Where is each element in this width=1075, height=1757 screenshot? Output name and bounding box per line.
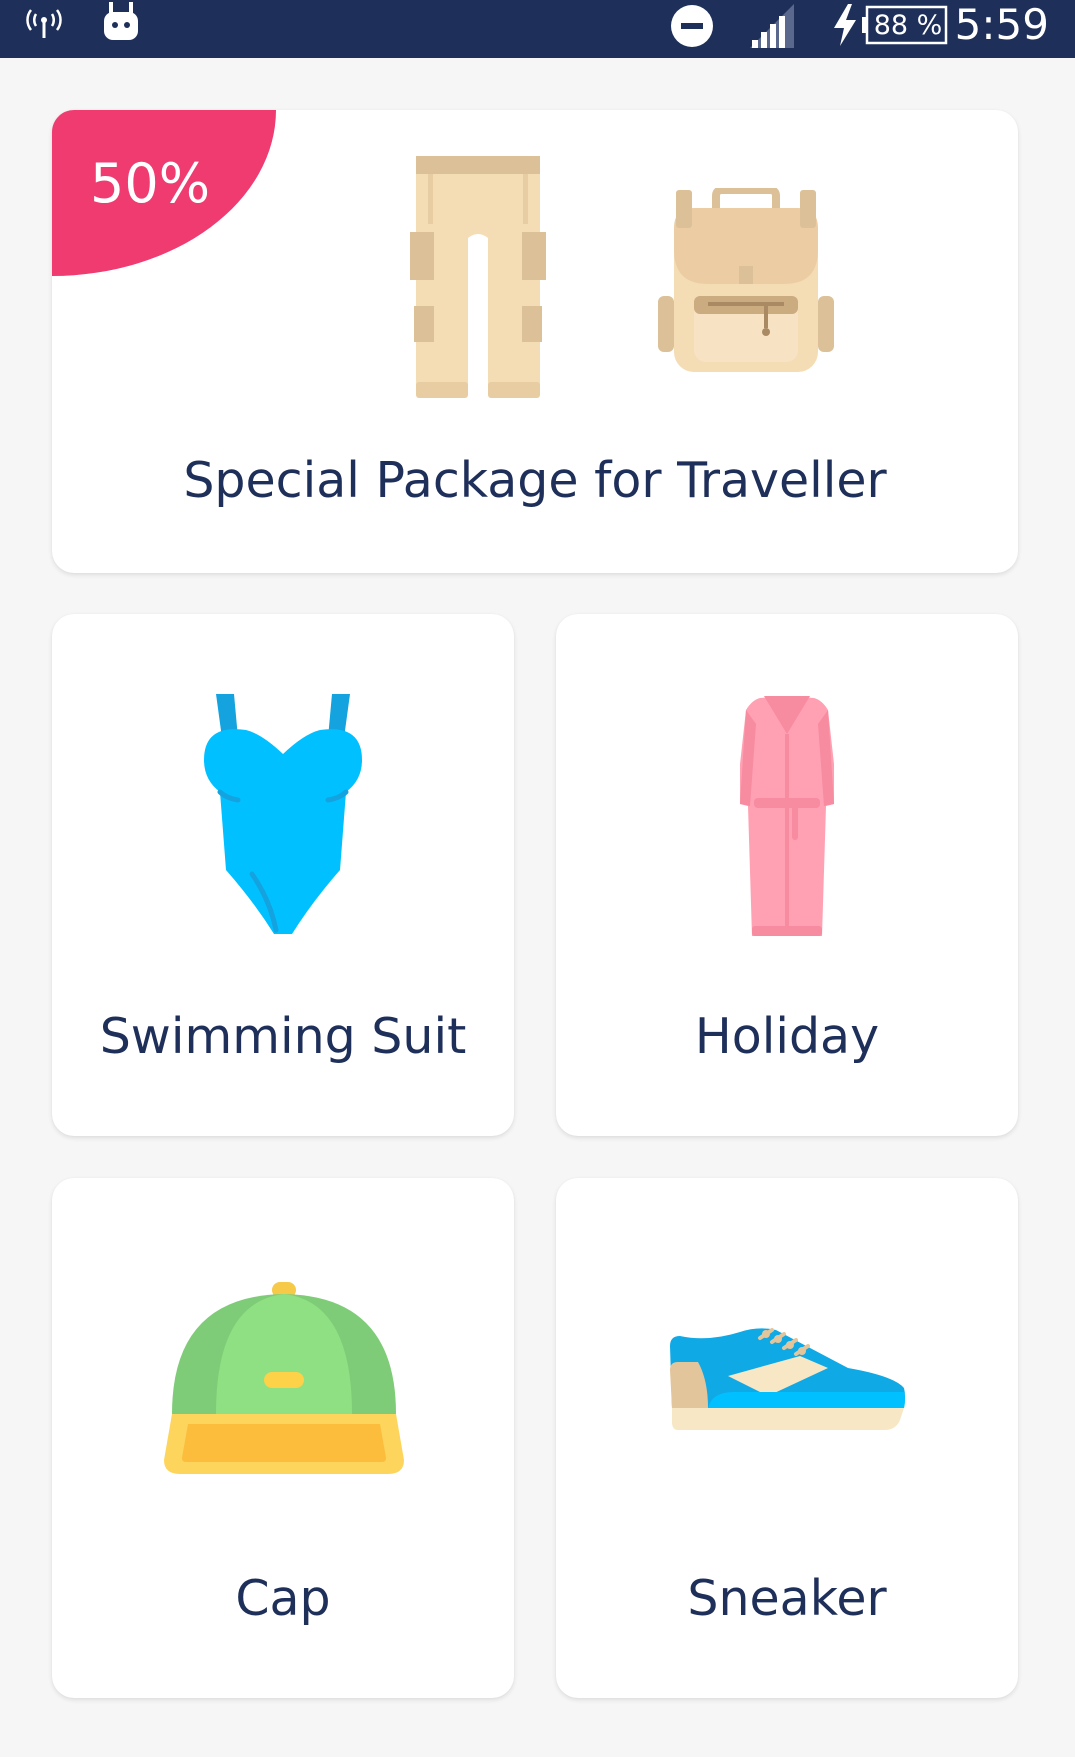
charging-icon xyxy=(832,4,858,46)
battery-percentage: 88 % xyxy=(873,9,943,41)
discount-badge: 50% xyxy=(52,110,276,276)
signal-icon xyxy=(748,4,796,48)
robe-icon xyxy=(740,694,834,938)
android-debug-icon xyxy=(100,2,142,42)
category-label: Sneaker xyxy=(687,1570,887,1627)
category-card-holiday[interactable]: Holiday xyxy=(556,614,1018,1136)
featured-title: Special Package for Traveller xyxy=(183,452,887,509)
discount-badge-label: 50% xyxy=(90,152,211,215)
category-card-sneaker[interactable]: Sneaker xyxy=(556,1178,1018,1698)
category-label: Holiday xyxy=(694,1008,880,1065)
do-not-disturb-icon xyxy=(670,4,714,48)
featured-package-card[interactable]: 50% Special Package for Traveller xyxy=(52,110,1018,573)
clock: 5:59 xyxy=(954,0,1049,49)
backpack-icon xyxy=(658,186,834,372)
pants-icon xyxy=(410,156,546,398)
battery-icon: 88 % xyxy=(862,4,948,46)
category-label: Swimming Suit xyxy=(99,1008,467,1065)
status-bar: 88 % 5:59 xyxy=(0,0,1075,58)
category-card-swimming-suit[interactable]: Swimming Suit xyxy=(52,614,514,1136)
category-label: Cap xyxy=(235,1570,331,1627)
swimsuit-icon xyxy=(204,694,362,936)
cap-icon xyxy=(164,1282,404,1478)
sneaker-icon xyxy=(668,1326,908,1432)
hotspot-icon xyxy=(26,6,62,42)
category-card-cap[interactable]: Cap xyxy=(52,1178,514,1698)
